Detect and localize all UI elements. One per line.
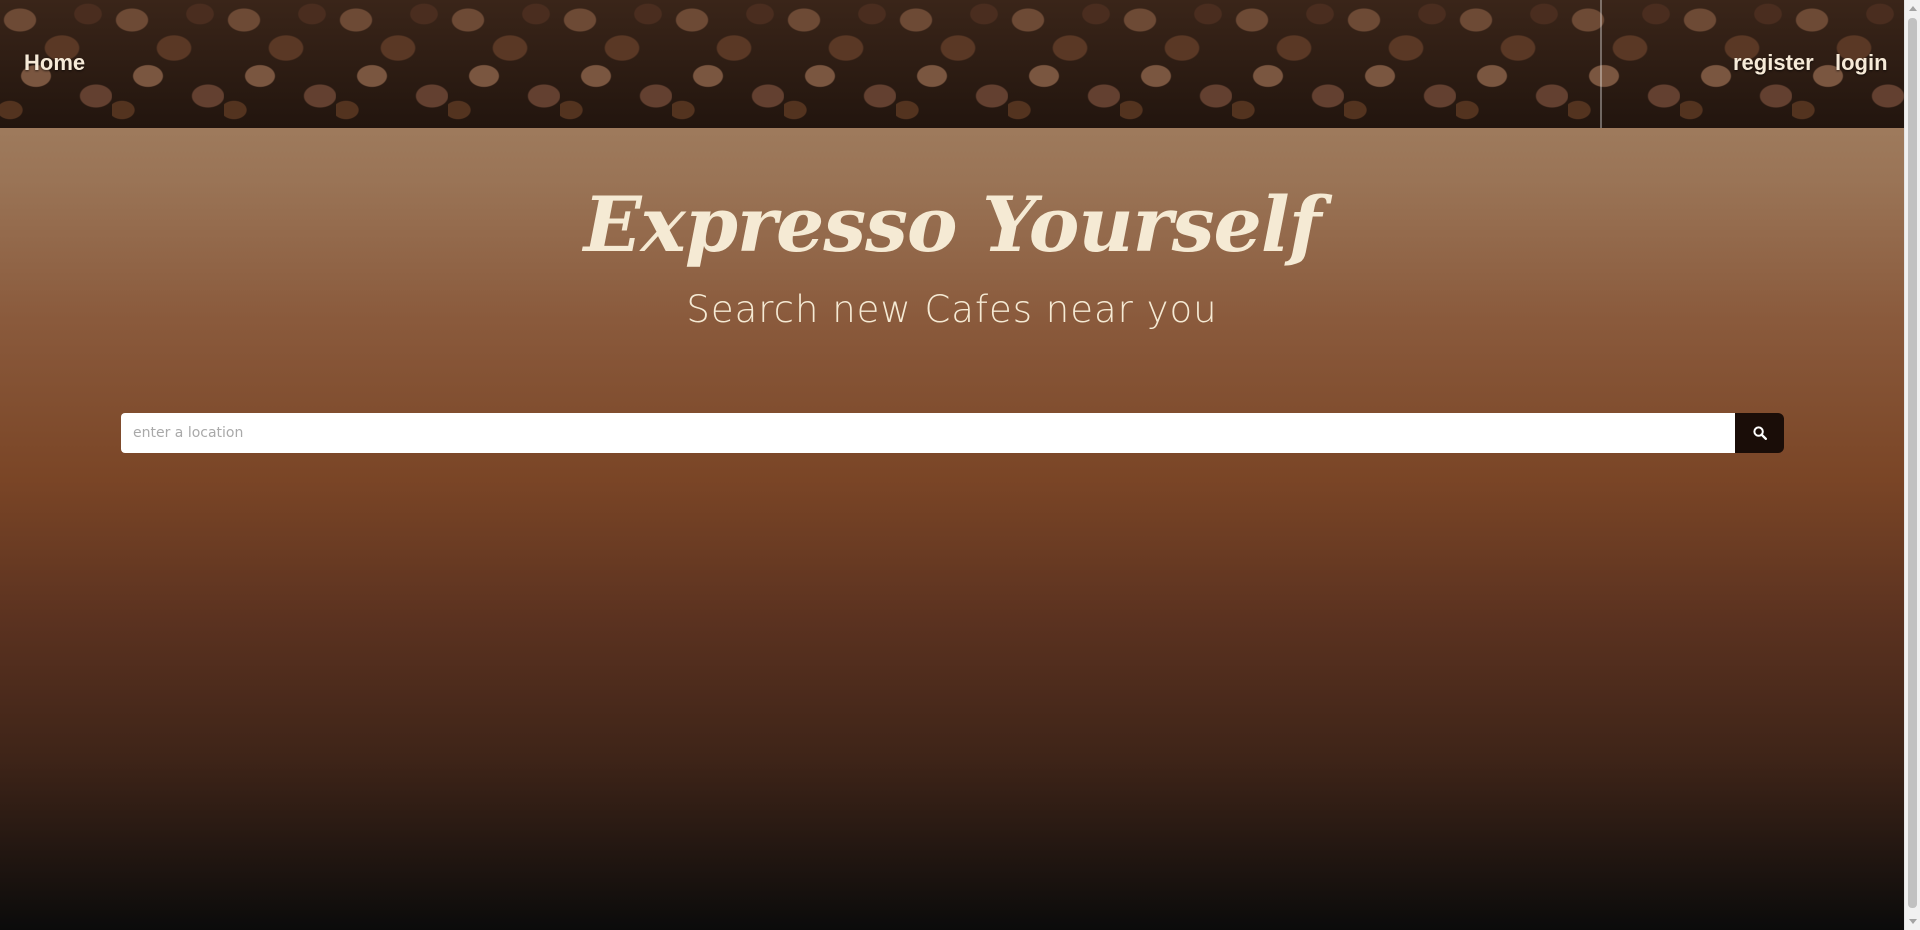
login-link[interactable]: login — [1835, 50, 1888, 76]
search-icon — [1752, 426, 1767, 440]
page-scrollbar[interactable] — [1904, 0, 1920, 930]
page-title: Expresso Yourself — [583, 180, 1322, 269]
search-bar — [121, 413, 1784, 453]
home-link[interactable]: Home — [24, 50, 85, 76]
location-search-input[interactable] — [121, 413, 1735, 453]
register-link[interactable]: register — [1733, 50, 1814, 76]
scroll-thumb[interactable] — [1908, 18, 1917, 908]
search-button[interactable] — [1735, 413, 1784, 453]
header-banner: Home register login — [0, 0, 1904, 128]
scroll-up-arrow-icon[interactable] — [1909, 6, 1917, 11]
page-subtitle: Search new Cafes near you — [686, 288, 1218, 331]
scroll-down-arrow-icon[interactable] — [1909, 919, 1917, 924]
